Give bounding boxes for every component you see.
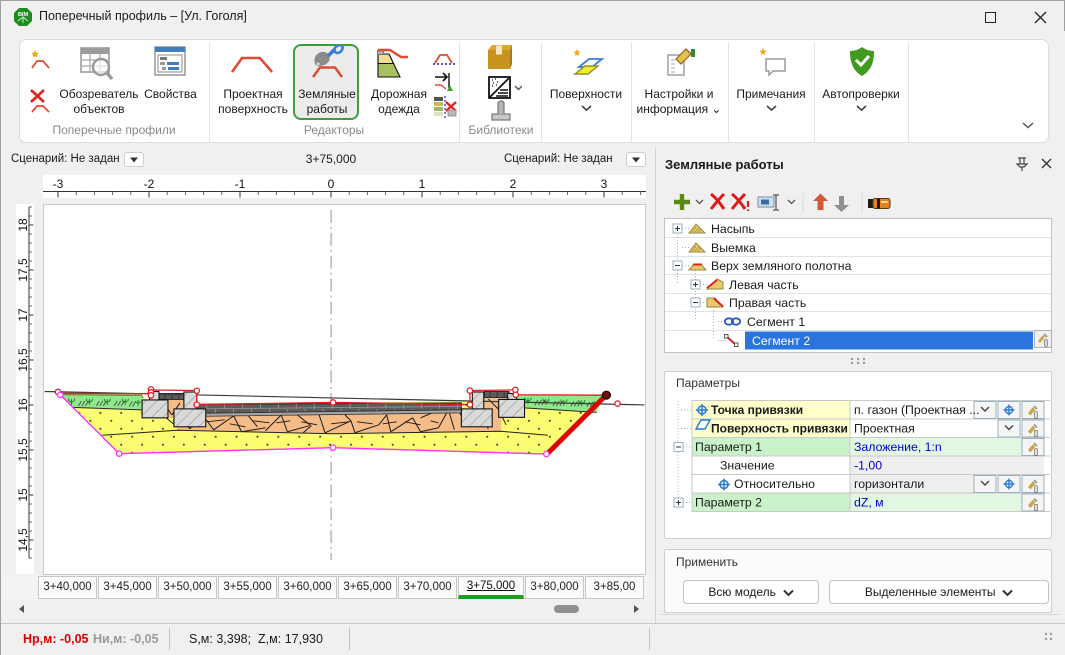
svg-text:Параметр 1: Параметр 1 [695, 440, 762, 454]
svg-text:[]: [] [1034, 431, 1038, 438]
svg-text:17,5: 17,5 [16, 258, 30, 282]
svg-text:dZ, м: dZ, м [854, 496, 884, 510]
svg-text:[]: [] [1034, 486, 1038, 493]
svg-text:2: 2 [510, 177, 517, 191]
svg-text:п. газон (Проектная ...: п. газон (Проектная ... [854, 403, 980, 417]
svg-text:0: 0 [328, 177, 335, 191]
svg-text:[]: [] [1034, 449, 1038, 456]
svg-text:[]: [] [1044, 340, 1048, 347]
svg-text:15,5: 15,5 [16, 438, 30, 462]
svg-text:1: 1 [419, 177, 426, 191]
svg-text:-2: -2 [144, 177, 155, 191]
svg-text:Параметр 2: Параметр 2 [695, 496, 762, 510]
svg-text:Сегмент 2: Сегмент 2 [752, 334, 810, 348]
svg-text:16: 16 [16, 398, 30, 412]
svg-text:Левая часть: Левая часть [729, 278, 799, 292]
svg-text:Значение: Значение [720, 459, 775, 473]
svg-text:[]: [] [1034, 505, 1038, 512]
svg-text:горизонтали: горизонтали [854, 477, 924, 491]
svg-text:Поверхность привязки: Поверхность привязки [711, 422, 848, 436]
svg-text:Выемка: Выемка [711, 241, 756, 255]
svg-text:Относительно: Относительно [734, 477, 815, 491]
svg-text:18: 18 [16, 218, 30, 232]
svg-text:-1: -1 [235, 177, 246, 191]
svg-text:14,5: 14,5 [16, 528, 30, 552]
svg-text:15: 15 [16, 488, 30, 502]
svg-text:Сегмент 1: Сегмент 1 [747, 315, 805, 329]
svg-text:Заложение, 1:n: Заложение, 1:n [854, 440, 942, 454]
svg-text:16,5: 16,5 [16, 348, 30, 372]
svg-text:-1,00: -1,00 [854, 459, 882, 473]
svg-text:Точка привязки: Точка привязки [711, 403, 803, 417]
svg-text:3: 3 [601, 177, 608, 191]
svg-text:[]: [] [1034, 412, 1038, 419]
svg-text:Проектная: Проектная [854, 422, 915, 436]
svg-text:Правая часть: Правая часть [729, 296, 806, 310]
svg-text:Насыпь: Насыпь [711, 222, 755, 236]
svg-text:Верх земляного полотна: Верх земляного полотна [711, 259, 852, 273]
svg-text:-3: -3 [53, 177, 64, 191]
svg-text:17: 17 [16, 308, 30, 322]
